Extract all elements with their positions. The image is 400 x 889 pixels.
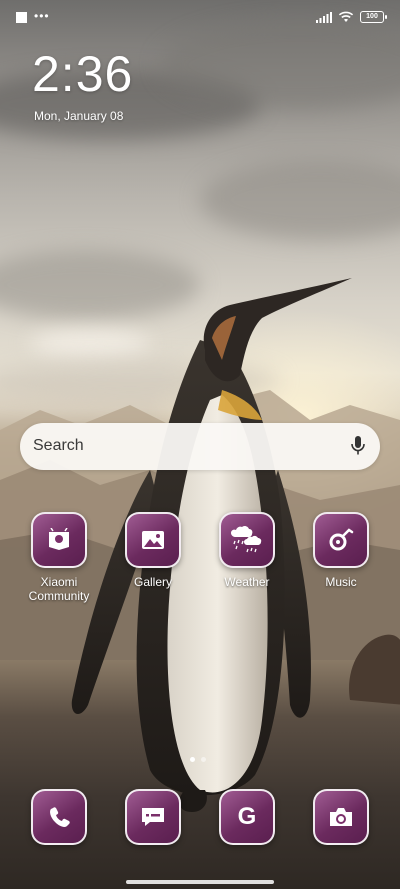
app-label: Xiaomi Community <box>28 575 90 603</box>
google-icon[interactable]: G <box>219 789 275 845</box>
more-notifications-indicator: ••• <box>34 9 50 23</box>
signal-icon <box>316 11 332 23</box>
clock-time[interactable]: 2:36 <box>32 46 133 102</box>
phone-icon[interactable] <box>31 789 87 845</box>
home-indicator[interactable] <box>126 880 274 884</box>
camera-icon[interactable] <box>313 789 369 845</box>
dock-messages[interactable] <box>108 789 198 845</box>
search-placeholder: Search <box>33 437 84 454</box>
app-label: Music <box>325 575 357 589</box>
gallery-icon[interactable] <box>125 512 181 568</box>
message-icon[interactable] <box>125 789 181 845</box>
page-indicator <box>190 757 206 762</box>
google-glyph: G <box>237 803 257 830</box>
app-label: Gallery <box>133 575 172 589</box>
search-bar[interactable]: Search <box>20 423 380 470</box>
app-music[interactable]: Music <box>296 512 386 589</box>
app-label: Weather <box>224 575 270 589</box>
battery-icon: 100 <box>360 11 387 23</box>
status-bar: ••• 100 <box>0 0 400 36</box>
page-dot <box>201 757 206 762</box>
wifi-icon <box>338 11 354 22</box>
page-dot-active <box>190 757 195 762</box>
app-weather[interactable]: Weather <box>202 512 292 589</box>
dock-phone[interactable] <box>14 789 104 845</box>
clock-date[interactable]: Mon, January 08 <box>34 109 123 123</box>
dock-camera[interactable] <box>296 789 386 845</box>
mic-icon[interactable] <box>350 435 366 457</box>
dock-google[interactable]: G <box>202 789 292 845</box>
weather-icon[interactable] <box>219 512 275 568</box>
app-xiaomi-community[interactable]: Xiaomi Community <box>14 512 104 603</box>
community-icon[interactable] <box>31 512 87 568</box>
music-icon[interactable] <box>313 512 369 568</box>
app-gallery[interactable]: Gallery <box>108 512 198 589</box>
notification-icon <box>16 12 27 23</box>
